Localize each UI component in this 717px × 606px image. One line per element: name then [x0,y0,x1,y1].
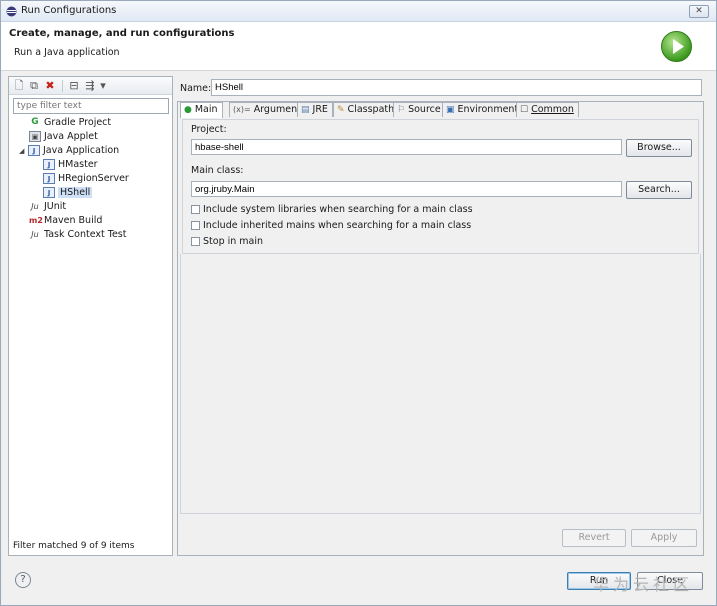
configuration-list-panel: 🗋 ⧉ ✖ ⊟ ⇶ ▾ G Gradle Project ▣Java Applet… [8,76,173,556]
tree-item-label: HRegionServer [58,173,129,184]
main-class-field[interactable] [191,181,622,197]
environment-icon: ▣ [446,105,455,115]
classpath-icon: ✎ [337,105,345,115]
tab-label: Common [531,104,574,115]
dialog-title: Create, manage, and run configurations [9,28,235,39]
run-banner-icon [661,31,692,62]
junit-icon: Ju [31,202,39,211]
run-configurations-window: Run Configurations ✕ Create, manage, and… [0,0,717,606]
filter-input[interactable] [13,98,169,114]
tab-label: Environment [457,104,519,115]
stop-in-main-checkbox[interactable] [191,237,200,246]
tab-common[interactable]: ☐ Common [516,102,579,117]
main-class-label: Main class: [191,165,244,176]
browse-button[interactable]: Browse... [626,139,692,157]
new-configuration-icon[interactable]: 🗋 [13,80,25,92]
revert-button[interactable]: Revert [562,529,626,547]
include-inherited-mains-option[interactable]: Include inherited mains when searching f… [191,220,471,231]
search-button[interactable]: Search... [626,181,692,199]
dialog-subtitle: Run a Java application [14,47,120,58]
source-icon: ⚐ [397,105,406,115]
tree-item-hshell[interactable]: J HShell [9,187,172,201]
tree-item-junit[interactable]: Ju JUnit [9,201,172,215]
gradle-icon: G [31,117,39,127]
tab-source[interactable]: ⚐ Source [393,102,446,117]
configuration-toolbar: 🗋 ⧉ ✖ ⊟ ⇶ ▾ [9,77,172,95]
arguments-icon: (x)= [233,105,251,114]
common-icon: ☐ [520,105,529,115]
tab-main[interactable]: ● Main [180,102,223,118]
tree-item-label: HShell [58,187,93,198]
tree-item-task-context-test[interactable]: Ju Task Context Test [9,229,172,243]
tab-content-empty-area [180,254,701,514]
task-context-icon: Ju [31,230,39,239]
checkbox-label: Include system libraries when searching … [203,204,473,215]
dialog-header: Create, manage, and run configurations R… [1,22,716,71]
tree-item-label: HMaster [58,159,98,170]
window-close-button[interactable]: ✕ [689,5,709,18]
toolbar-separator [62,80,63,92]
collapse-all-icon[interactable]: ⊟ [68,80,80,92]
duplicate-configuration-icon[interactable]: ⧉ [28,80,40,92]
tab-jre[interactable]: ▤ JRE [297,102,333,117]
tree-item-label: Task Context Test [44,229,127,240]
include-inherited-mains-checkbox[interactable] [191,221,200,230]
tree-item-hmaster[interactable]: J HMaster [9,159,172,173]
help-icon[interactable]: ? [15,572,31,588]
jre-icon: ▤ [301,105,310,115]
tree-item-java-application[interactable]: ◢ J Java Application [9,145,172,159]
delete-configuration-icon[interactable]: ✖ [44,80,56,92]
tree-item-maven-build[interactable]: m2Maven Build [9,215,172,229]
tab-environment[interactable]: ▣ Environment [442,102,524,117]
filter-configurations-icon[interactable]: ⇶ [84,80,96,92]
main-tab-icon: ● [184,105,192,115]
tree-item-gradle-project[interactable]: G Gradle Project [9,117,172,131]
tree-item-label: Java Applet [44,131,98,142]
checkbox-label: Stop in main [203,236,264,247]
java-config-icon: J [43,159,55,170]
checkbox-label: Include inherited mains when searching f… [203,220,472,231]
tab-label: Source [408,104,441,115]
tree-item-label: Java Application [43,145,120,156]
watermark-text: 华为云社区 [593,575,694,594]
tree-item-label: Maven Build [44,215,103,226]
java-config-icon: J [43,187,55,198]
tree-item-java-applet[interactable]: ▣ Java Applet [9,131,172,145]
java-config-icon: J [43,173,55,184]
tree-item-label: Gradle Project [44,117,112,128]
applet-icon: ▣ [29,131,41,142]
java-app-icon: J [28,145,40,156]
tab-label: Classpath [347,104,395,115]
tab-label: Main [194,104,218,115]
tree-item-label: JUnit [44,201,67,212]
expand-arrow-icon[interactable]: ◢ [19,147,28,155]
configuration-tree: G Gradle Project ▣ Java Applet ◢ J Java Appl… [9,117,172,243]
include-system-libraries-checkbox[interactable] [191,205,200,214]
chevron-down-icon[interactable]: ▾ [97,80,109,92]
tree-item-hregionserver[interactable]: J HRegionServer [9,173,172,187]
project-label: Project: [191,124,227,135]
tab-classpath[interactable]: ✎ Classpath [333,102,400,117]
main-tab-content: Project: Browse... Main class: Search...… [182,119,699,254]
include-system-libraries-option[interactable]: Include system libraries when searching … [191,204,473,215]
project-field[interactable] [191,139,622,155]
window-title: Run Configurations [21,5,117,16]
name-label: Name: [180,83,212,94]
maven-icon: m2 [29,216,43,225]
eclipse-icon [6,6,17,17]
stop-in-main-option[interactable]: Stop in main [191,236,263,247]
configuration-tabs: ● Main (x)= Arguments ▤ JRE ✎ Classpath ⚐ Sou… [177,101,704,556]
tab-label: JRE [312,104,328,115]
title-bar: Run Configurations ✕ [1,1,716,22]
filter-status-text: Filter matched 9 of 9 items [13,541,135,551]
configuration-name-input[interactable] [211,79,702,96]
apply-button[interactable]: Apply [631,529,697,547]
